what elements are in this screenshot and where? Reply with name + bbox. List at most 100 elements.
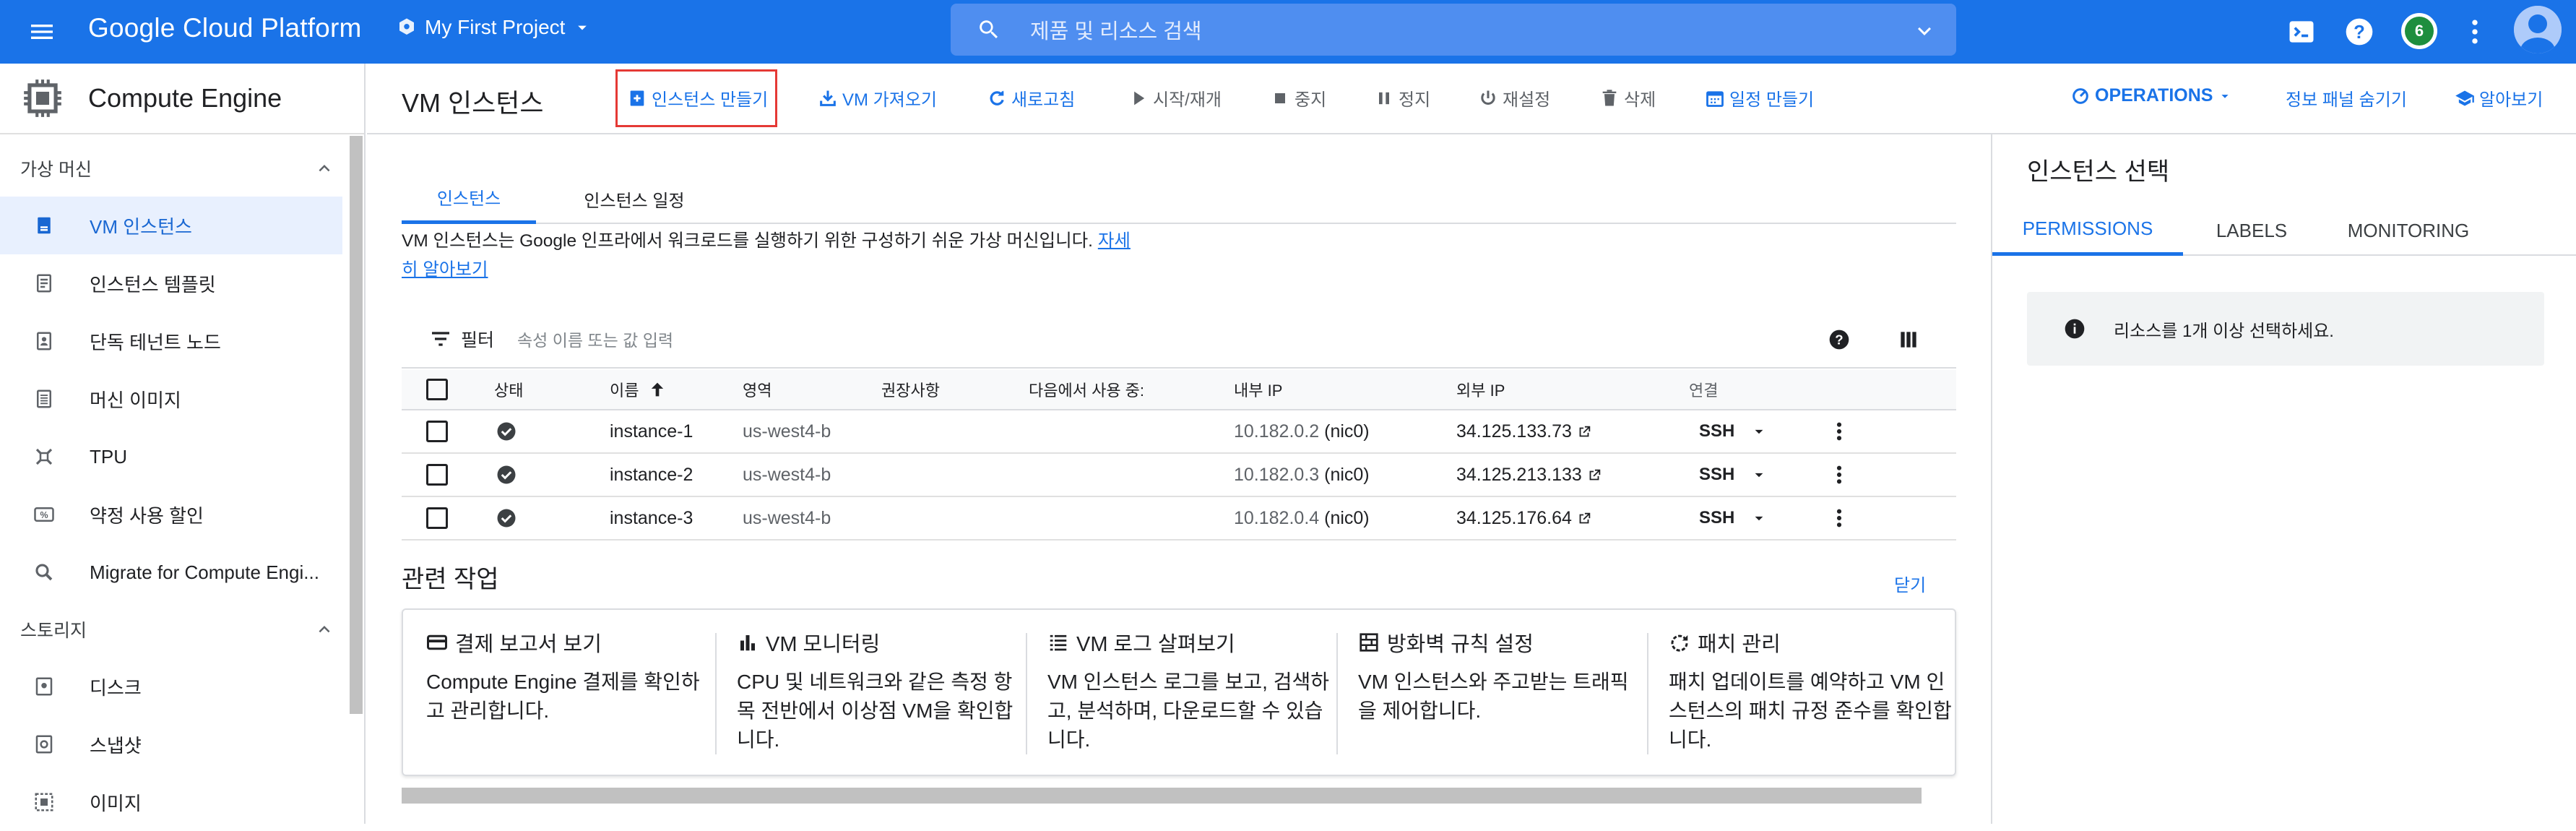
external-ip-value: 34.125.213.133 bbox=[1456, 464, 1582, 485]
table-row[interactable]: instance-2 us-west4-b 10.182.0.3 (nic0) … bbox=[402, 454, 1956, 497]
learn-button[interactable]: 알아보기 bbox=[2455, 85, 2543, 111]
help-icon[interactable]: ? bbox=[2343, 16, 2375, 48]
tab-permissions[interactable]: PERMISSIONS bbox=[1992, 205, 2183, 256]
operations-menu[interactable]: OPERATIONS bbox=[2070, 85, 2233, 106]
tab-instances[interactable]: 인스턴스 bbox=[402, 173, 536, 224]
card-billing-report[interactable]: 결제 보고서 보기 Compute Engine 결제를 확인하고 관리합니다. bbox=[426, 627, 715, 725]
instance-name[interactable]: instance-2 bbox=[610, 465, 693, 486]
ssh-dropdown-icon[interactable] bbox=[1750, 509, 1768, 528]
sidebar-item-snapshots[interactable]: 스냅샷 bbox=[0, 715, 342, 773]
chevron-down-icon[interactable] bbox=[1911, 18, 1937, 44]
filter-bar[interactable]: 필터 속성 이름 또는 값 입력 ? bbox=[402, 311, 1956, 369]
svg-text:?: ? bbox=[2354, 22, 2365, 43]
more-vert-icon[interactable] bbox=[2459, 16, 2491, 48]
sidebar-item-label: TPU bbox=[90, 445, 127, 468]
pause-icon bbox=[1379, 92, 1389, 104]
col-name[interactable]: 이름 bbox=[610, 378, 667, 401]
table-row[interactable]: instance-3 us-west4-b 10.182.0.4 (nic0) … bbox=[402, 497, 1956, 541]
project-selector[interactable]: My First Project bbox=[396, 16, 592, 39]
template-icon bbox=[37, 274, 51, 293]
card-patch-management[interactable]: 패치 관리 패치 업데이트를 예약하고 VM 인스턴스의 패치 규정 준수를 확… bbox=[1669, 627, 1958, 754]
ssh-button[interactable]: SSH bbox=[1699, 508, 1734, 528]
sidebar-item-tpu[interactable]: TPU bbox=[0, 428, 342, 486]
section-label: 가상 머신 bbox=[20, 160, 92, 180]
filter-input[interactable]: 속성 이름 또는 값 입력 bbox=[517, 327, 673, 351]
search-bar[interactable]: 제품 및 리소스 검색 bbox=[951, 4, 1956, 56]
instances-table: 상태 이름 영역 권장사항 다음에서 사용 중: 내부 IP 외부 IP 연결 … bbox=[402, 370, 1956, 541]
sidebar-item-migrate[interactable]: Migrate for Compute Engi... bbox=[0, 543, 342, 601]
info-message-box: 리소스를 1개 이상 선택하세요. bbox=[2027, 292, 2544, 366]
table-header: 상태 이름 영역 권장사항 다음에서 사용 중: 내부 IP 외부 IP 연결 bbox=[402, 370, 1956, 410]
import-vm-button[interactable]: VM 가져오기 bbox=[818, 85, 937, 111]
reset-button[interactable]: 재설정 bbox=[1478, 85, 1550, 111]
col-status[interactable]: 상태 bbox=[494, 378, 523, 401]
horizontal-scrollbar[interactable] bbox=[402, 788, 1922, 804]
ssh-button[interactable]: SSH bbox=[1699, 465, 1734, 485]
select-all-checkbox[interactable] bbox=[426, 379, 448, 400]
suspend-button[interactable]: 정지 bbox=[1374, 85, 1430, 111]
refresh-button[interactable]: 새로고침 bbox=[987, 85, 1075, 111]
discount-icon: % bbox=[34, 507, 54, 522]
side-nav-scrollbar[interactable] bbox=[350, 136, 363, 714]
external-ip-link[interactable]: 34.125.176.64 bbox=[1456, 508, 1592, 529]
cloud-shell-icon[interactable] bbox=[2286, 16, 2317, 48]
col-internal-ip[interactable]: 내부 IP bbox=[1234, 378, 1282, 401]
sidebar-item-committed-use-discounts[interactable]: % 약정 사용 할인 bbox=[0, 486, 342, 543]
create-schedule-button[interactable]: 일정 만들기 bbox=[1705, 85, 1814, 111]
hide-info-panel-button[interactable]: 정보 패널 숨기기 bbox=[2286, 85, 2407, 111]
tab-monitoring[interactable]: MONITORING bbox=[2320, 205, 2497, 256]
card-firewall-rules[interactable]: 방화벽 규칙 설정 VM 인스턴스와 주고받는 트래픽을 제어합니다. bbox=[1358, 627, 1647, 725]
external-ip-link[interactable]: 34.125.133.73 bbox=[1456, 421, 1592, 442]
section-storage[interactable]: 스토리지 bbox=[0, 601, 364, 658]
sidebar-item-instance-templates[interactable]: 인스턴스 템플릿 bbox=[0, 254, 342, 312]
ssh-dropdown-icon[interactable] bbox=[1750, 422, 1768, 441]
delete-button[interactable]: 삭제 bbox=[1599, 85, 1656, 111]
row-checkbox[interactable] bbox=[426, 507, 448, 529]
tab-labels[interactable]: LABELS bbox=[2183, 205, 2320, 256]
column-display-icon[interactable] bbox=[1897, 328, 1920, 351]
table-row[interactable]: instance-1 us-west4-b 10.182.0.2 (nic0) … bbox=[402, 410, 1956, 454]
more-vert-icon[interactable] bbox=[1828, 507, 1851, 530]
row-checkbox[interactable] bbox=[426, 421, 448, 442]
stop-icon bbox=[1275, 92, 1285, 103]
col-in-use-by[interactable]: 다음에서 사용 중: bbox=[1029, 378, 1144, 401]
tab-instance-schedules[interactable]: 인스턴스 일정 bbox=[555, 173, 714, 224]
instance-zone: us-west4-b bbox=[743, 464, 831, 485]
menu-icon[interactable] bbox=[27, 17, 56, 46]
card-description: CPU 및 네트워크와 같은 측정 항목 전반에서 이상점 VM을 확인합니다. bbox=[737, 671, 1013, 751]
sidebar-item-disks[interactable]: 디스크 bbox=[0, 658, 342, 715]
instance-name[interactable]: instance-1 bbox=[610, 421, 693, 442]
sidebar-item-sole-tenant-nodes[interactable]: 단독 테넌트 노드 bbox=[0, 312, 342, 370]
ssh-button[interactable]: SSH bbox=[1699, 421, 1734, 442]
avatar[interactable] bbox=[2514, 6, 2562, 53]
close-related-link[interactable]: 닫기 bbox=[1894, 571, 1926, 596]
sidebar-item-images[interactable]: 이미지 bbox=[0, 773, 342, 831]
card-vm-monitoring[interactable]: VM 모니터링 CPU 및 네트워크와 같은 측정 항목 전반에서 이상점 VM… bbox=[737, 627, 1026, 754]
row-checkbox[interactable] bbox=[426, 464, 448, 486]
sidebar-item-machine-images[interactable]: 머신 이미지 bbox=[0, 370, 342, 428]
card-vm-logs[interactable]: VM 로그 살펴보기 VM 인스턴스 로그를 보고, 검색하고, 분석하며, 다… bbox=[1047, 627, 1336, 754]
col-zone[interactable]: 영역 bbox=[743, 378, 771, 401]
more-vert-icon[interactable] bbox=[1828, 420, 1851, 443]
brand-title[interactable]: Google Cloud Platform bbox=[88, 13, 362, 43]
card-title: VM 모니터링 bbox=[737, 627, 1026, 658]
ssh-dropdown-icon[interactable] bbox=[1750, 465, 1768, 484]
info-panel: 인스턴스 선택 PERMISSIONS LABELS MONITORING 리소… bbox=[1991, 134, 2576, 824]
col-recommendations[interactable]: 권장사항 bbox=[881, 378, 940, 401]
col-external-ip[interactable]: 외부 IP bbox=[1456, 378, 1505, 401]
notifications-badge[interactable]: 6 bbox=[2401, 13, 2437, 49]
learn-label: 알아보기 bbox=[2479, 90, 2543, 110]
card-title: 패치 관리 bbox=[1669, 627, 1958, 658]
caret-down-icon bbox=[2221, 94, 2229, 98]
external-ip-link[interactable]: 34.125.213.133 bbox=[1456, 465, 1602, 486]
section-virtual-machines[interactable]: 가상 머신 bbox=[0, 140, 364, 197]
sidebar-item-label: 이미지 bbox=[90, 792, 142, 814]
sidebar-item-vm-instances[interactable]: VM 인스턴스 bbox=[0, 197, 342, 254]
start-resume-button[interactable]: 시작/재개 bbox=[1128, 85, 1222, 111]
help-icon[interactable]: ? bbox=[1828, 328, 1851, 351]
refresh-icon bbox=[990, 90, 1004, 106]
more-vert-icon[interactable] bbox=[1828, 463, 1851, 486]
stop-button[interactable]: 중지 bbox=[1270, 85, 1326, 111]
col-connect[interactable]: 연결 bbox=[1689, 378, 1718, 401]
instance-name[interactable]: instance-3 bbox=[610, 508, 693, 529]
